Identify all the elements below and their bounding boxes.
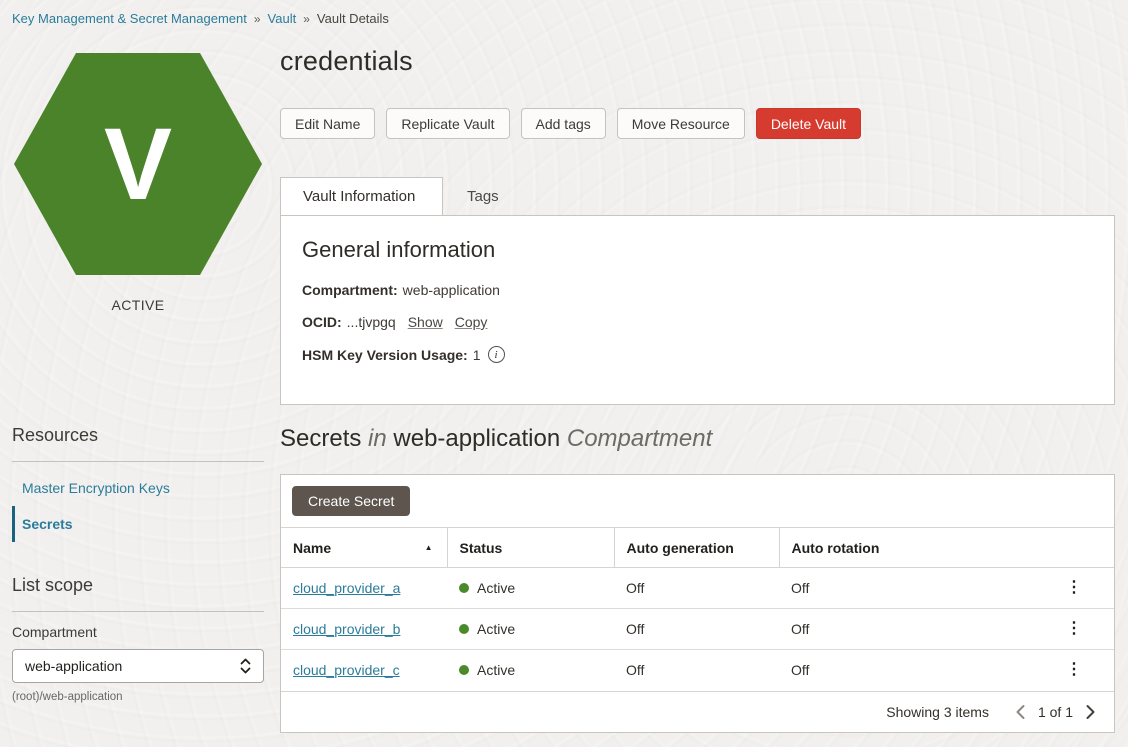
vault-status-label: ACTIVE xyxy=(12,297,264,313)
next-page-chevron-icon[interactable] xyxy=(1083,702,1098,722)
row-actions-kebab-icon[interactable]: ⋮ xyxy=(1058,617,1090,641)
resources-heading: Resources xyxy=(12,425,280,446)
column-header-auto-generation[interactable]: Auto generation xyxy=(614,528,779,568)
pagination: Showing 3 items 1 of 1 xyxy=(281,691,1114,732)
secrets-heading-compartment-name: web-application xyxy=(393,425,560,452)
auto-rotation-value: Off xyxy=(779,568,1034,609)
compartment-label: Compartment xyxy=(12,624,280,640)
secret-link[interactable]: cloud_provider_c xyxy=(293,662,400,678)
info-icon[interactable]: i xyxy=(488,346,505,363)
secret-link[interactable]: cloud_provider_a xyxy=(293,580,400,596)
breadcrumb-separator-icon: » xyxy=(303,12,310,26)
delete-vault-button[interactable]: Delete Vault xyxy=(756,108,861,139)
compartment-path: (root)/web-application xyxy=(12,691,280,703)
vault-initial: V xyxy=(104,113,172,215)
ocid-show-link[interactable]: Show xyxy=(408,314,443,330)
ocid-info-value: ...tjvpgq xyxy=(347,314,396,330)
table-row: cloud_provider_b Active Off Off ⋮ xyxy=(281,609,1114,650)
breadcrumb-separator-icon: » xyxy=(254,12,261,26)
auto-generation-value: Off xyxy=(614,609,779,650)
auto-generation-value: Off xyxy=(614,568,779,609)
column-header-status[interactable]: Status xyxy=(447,528,614,568)
column-header-name-label: Name xyxy=(293,540,331,556)
table-header-row: Name ▲ Status Auto generation Auto rotat… xyxy=(281,528,1114,568)
secrets-toolbar: Create Secret xyxy=(281,475,1114,527)
row-actions-kebab-icon[interactable]: ⋮ xyxy=(1058,576,1090,600)
table-row: cloud_provider_c Active Off Off ⋮ xyxy=(281,650,1114,691)
pagination-page-indicator: 1 of 1 xyxy=(1038,704,1073,720)
list-scope-heading: List scope xyxy=(12,575,280,596)
resources-section: Resources Master Encryption Keys Secrets xyxy=(12,425,280,542)
compartment-selected-value: web-application xyxy=(25,658,122,674)
replicate-vault-button[interactable]: Replicate Vault xyxy=(386,108,509,139)
secrets-heading-compartment-word: Compartment xyxy=(567,425,712,452)
ocid-info-label: OCID: xyxy=(302,314,342,330)
status-badge: Active xyxy=(477,621,515,637)
auto-rotation-value: Off xyxy=(779,650,1034,691)
auto-generation-value: Off xyxy=(614,650,779,691)
tab-tags[interactable]: Tags xyxy=(443,177,523,215)
sidebar-item-master-encryption-keys[interactable]: Master Encryption Keys xyxy=(12,470,264,506)
previous-page-chevron-icon[interactable] xyxy=(1013,702,1028,722)
breadcrumb-link-key-management[interactable]: Key Management & Secret Management xyxy=(12,11,247,26)
move-resource-button[interactable]: Move Resource xyxy=(617,108,745,139)
status-badge: Active xyxy=(477,662,515,678)
list-scope-section: List scope Compartment web-application (… xyxy=(12,575,280,703)
sidebar-item-secrets[interactable]: Secrets xyxy=(12,506,264,542)
breadcrumb-link-vault[interactable]: Vault xyxy=(268,11,297,26)
divider xyxy=(12,461,264,462)
secrets-heading-in: in xyxy=(368,425,387,452)
status-active-icon xyxy=(459,583,469,593)
column-header-name[interactable]: Name ▲ xyxy=(281,528,447,568)
create-secret-button[interactable]: Create Secret xyxy=(292,486,410,516)
page-title: credentials xyxy=(280,46,1115,77)
tab-vault-information[interactable]: Vault Information xyxy=(280,177,443,215)
ocid-info-line: OCID: ...tjvpgq Show Copy xyxy=(302,314,1114,330)
secret-link[interactable]: cloud_provider_b xyxy=(293,621,400,637)
secrets-table: Name ▲ Status Auto generation Auto rotat… xyxy=(281,527,1114,691)
status-active-icon xyxy=(459,624,469,634)
general-information-heading: General information xyxy=(302,237,1114,263)
hsm-info-line: HSM Key Version Usage: 1 i xyxy=(302,346,1114,363)
auto-rotation-value: Off xyxy=(779,609,1034,650)
hsm-info-value: 1 xyxy=(473,347,481,363)
add-tags-button[interactable]: Add tags xyxy=(521,108,606,139)
secrets-section-heading: Secrets in web-application Compartment xyxy=(280,425,1115,453)
compartment-info-line: Compartment: web-application xyxy=(302,282,1114,298)
vault-hexagon-icon: V xyxy=(14,53,262,275)
hsm-info-label: HSM Key Version Usage: xyxy=(302,347,468,363)
compartment-select[interactable]: web-application xyxy=(12,649,264,683)
divider xyxy=(12,611,264,612)
pagination-summary: Showing 3 items xyxy=(886,704,989,720)
select-updown-chevron-icon xyxy=(239,656,252,676)
column-header-auto-rotation[interactable]: Auto rotation xyxy=(779,528,1114,568)
secrets-heading-word: Secrets xyxy=(280,425,361,452)
table-row: cloud_provider_a Active Off Off ⋮ xyxy=(281,568,1114,609)
status-active-icon xyxy=(459,665,469,675)
action-buttons: Edit Name Replicate Vault Add tags Move … xyxy=(280,108,1115,139)
row-actions-kebab-icon[interactable]: ⋮ xyxy=(1058,658,1090,682)
status-badge: Active xyxy=(477,580,515,596)
breadcrumb-current: Vault Details xyxy=(317,11,389,26)
compartment-info-label: Compartment: xyxy=(302,282,398,298)
compartment-info-value: web-application xyxy=(403,282,500,298)
ocid-copy-link[interactable]: Copy xyxy=(455,314,488,330)
vault-information-panel: General information Compartment: web-app… xyxy=(280,215,1115,405)
tab-bar: Vault Information Tags xyxy=(280,177,1115,215)
vault-details-page: Key Management & Secret Management » Vau… xyxy=(0,0,1128,747)
edit-name-button[interactable]: Edit Name xyxy=(280,108,375,139)
sort-ascending-icon: ▲ xyxy=(425,543,433,552)
sidebar: V ACTIVE Resources Master Encryption Key… xyxy=(0,26,280,733)
main-content: credentials Edit Name Replicate Vault Ad… xyxy=(280,26,1115,733)
breadcrumb: Key Management & Secret Management » Vau… xyxy=(0,0,1128,26)
secrets-table-card: Create Secret Name ▲ xyxy=(280,474,1115,733)
